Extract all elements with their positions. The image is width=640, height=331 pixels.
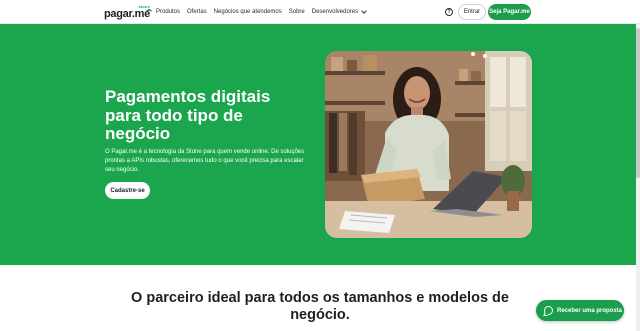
whatsapp-proposal-button[interactable]: Receber uma proposta (536, 300, 624, 321)
site-header: stone pagar.me Produtos Ofertas Negócios… (0, 0, 640, 24)
hero-photo (325, 51, 532, 238)
section-title: O parceiro ideal para todos os tamanhos … (131, 290, 509, 323)
login-button[interactable]: Entrar (458, 4, 486, 20)
nav-item-desenvolvedores[interactable]: Desenvolvedores (311, 8, 367, 15)
chevron-down-icon (361, 8, 367, 14)
logo-brand-name: pagar.me (104, 8, 150, 20)
nav-item-negocios[interactable]: Negócios que atendemos (214, 9, 282, 15)
page-scrollbar[interactable] (636, 24, 640, 331)
nav-item-ofertas[interactable]: Ofertas (187, 9, 207, 15)
hero-section: Pagamentos digitais para todo tipo de ne… (0, 24, 640, 265)
nav-item-desenvolvedores-label: Desenvolvedores (311, 9, 359, 15)
help-icon[interactable]: ? (445, 8, 453, 16)
cadastre-se-button[interactable]: Cadastre-se (105, 182, 150, 199)
logo-arc-icon (146, 9, 152, 13)
main-nav: Produtos Ofertas Negócios que atendemos … (156, 0, 373, 24)
hero-photo-illustration (325, 51, 532, 238)
scrollbar-thumb[interactable] (636, 28, 640, 178)
pagarme-logo[interactable]: stone pagar.me (104, 4, 152, 20)
whatsapp-proposal-label: Receber uma proposta (557, 307, 623, 314)
nav-item-sobre[interactable]: Sobre (289, 9, 305, 15)
signup-button[interactable]: Seja Pagar.me (488, 4, 531, 20)
nav-item-produtos[interactable]: Produtos (156, 9, 180, 15)
hero-title: Pagamentos digitais para todo tipo de ne… (105, 87, 271, 143)
hero-description: O Pagar.me é a tecnologia da Stone para … (105, 149, 305, 173)
whatsapp-icon (544, 306, 553, 315)
